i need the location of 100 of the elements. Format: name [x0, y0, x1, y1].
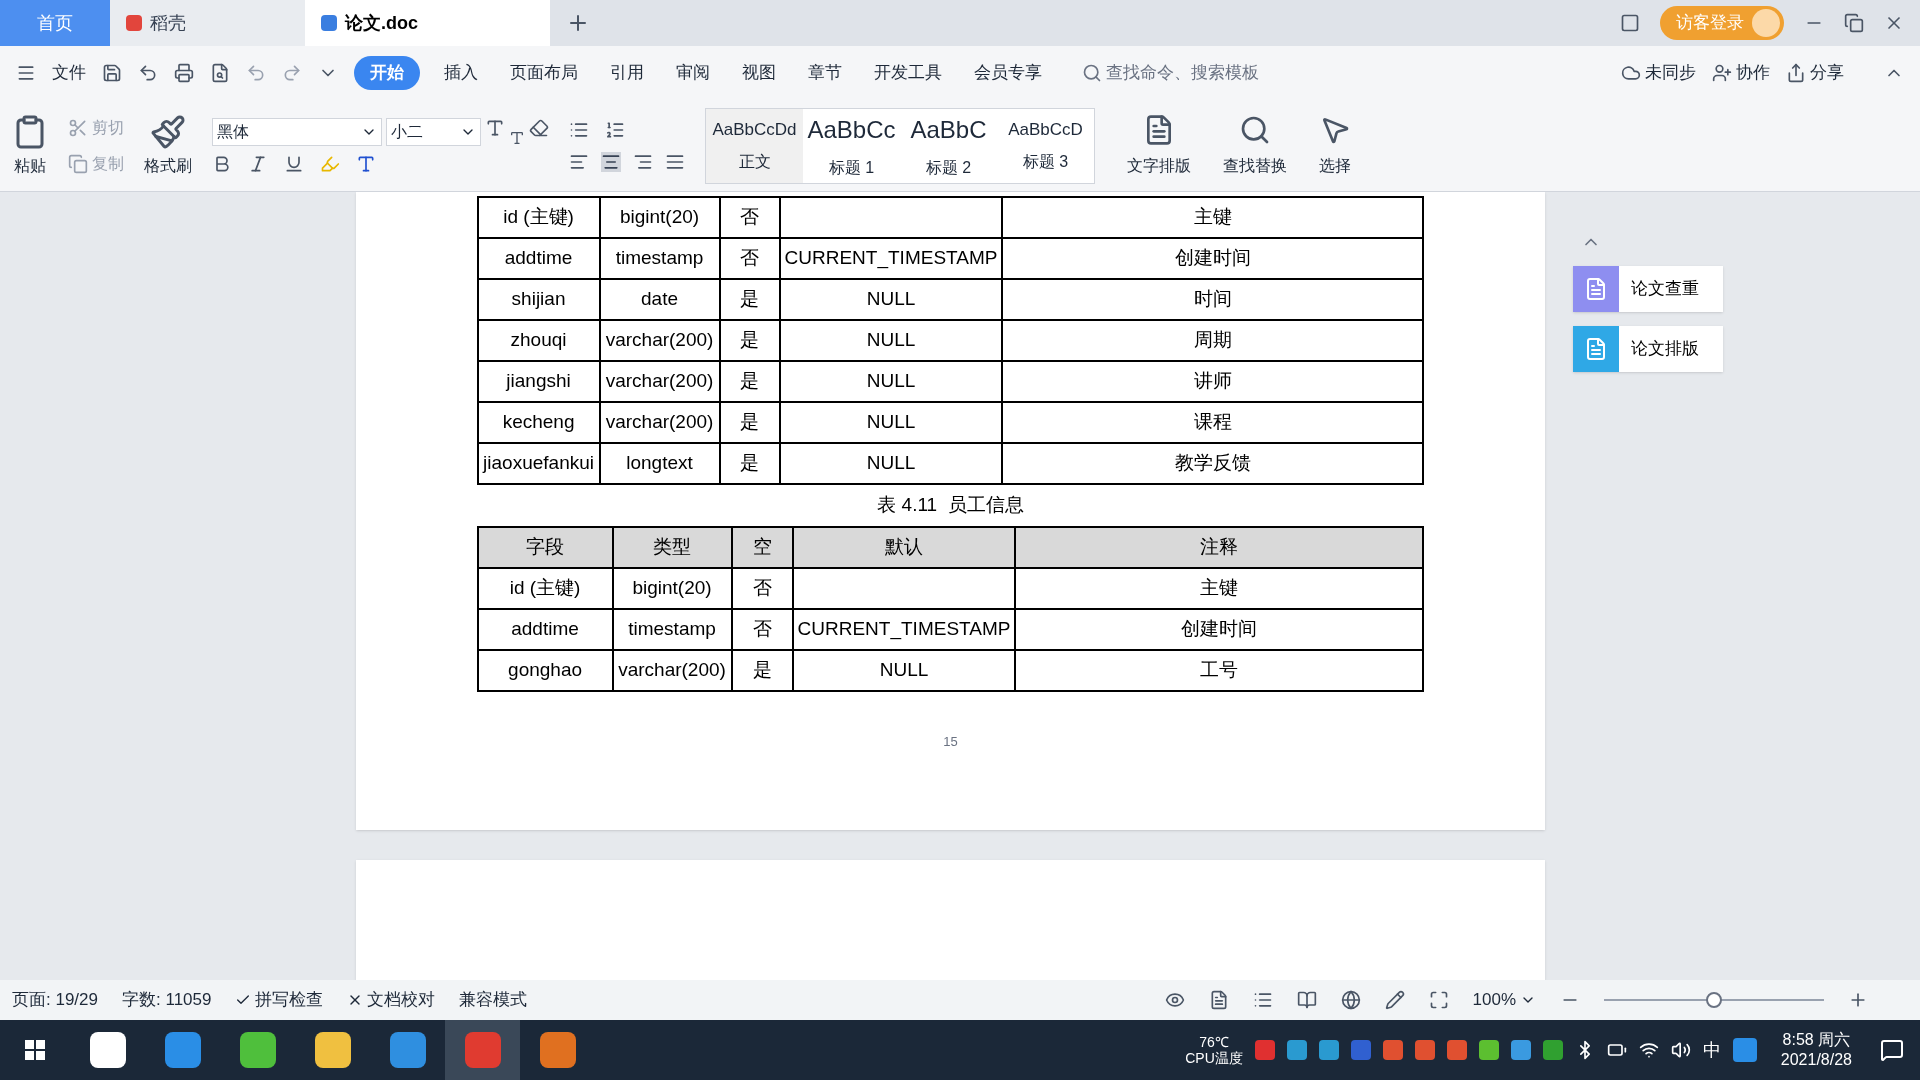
font-shrink-icon[interactable]	[509, 129, 525, 146]
outline-view-icon[interactable]	[1252, 990, 1273, 1010]
table-cell: NULL	[779, 279, 1003, 320]
table-cell: 创建时间	[1002, 238, 1424, 279]
table-cell: bigint(20)	[599, 197, 720, 238]
cpu-label: CPU温度	[1185, 1050, 1243, 1066]
menu-tab[interactable]: 审阅	[668, 60, 718, 86]
table-cell: varchar(200)	[599, 320, 720, 361]
web-view-icon[interactable]	[1340, 990, 1361, 1010]
table-cell: 创建时间	[1015, 608, 1424, 650]
pen-icon[interactable]	[1384, 990, 1405, 1010]
toolbar-button[interactable]: 分享	[1786, 60, 1844, 86]
print-preview-icon[interactable]	[210, 63, 230, 83]
taskbar-app-icon[interactable]	[89, 1032, 126, 1068]
tray-icon[interactable]	[1478, 1040, 1499, 1060]
tray-icon[interactable]	[1318, 1040, 1339, 1060]
ribbon-button[interactable]: 选择	[1319, 113, 1351, 178]
table-cell: shijian	[477, 279, 600, 320]
zoom-slider-thumb[interactable]	[1706, 992, 1722, 1008]
menu-icon[interactable]	[16, 63, 36, 83]
menu-tab[interactable]: 页面布局	[502, 60, 586, 86]
search-icon	[1082, 63, 1102, 83]
menu-tab[interactable]: 视图	[734, 60, 784, 86]
style-preset[interactable]: AaBbCc 标题 1	[803, 108, 900, 183]
tray-icon[interactable]	[1382, 1040, 1403, 1060]
table-cell: id (主键)	[477, 567, 613, 609]
eye-icon[interactable]	[1164, 990, 1185, 1010]
italic-icon[interactable]	[248, 153, 268, 174]
format-painter-button[interactable]: 格式刷	[144, 113, 192, 178]
taskbar-app-icon[interactable]	[239, 1032, 276, 1068]
menu-tab[interactable]: 章节	[800, 60, 850, 86]
style-preset[interactable]: AaBbC 标题 2	[900, 108, 997, 183]
search-field[interactable]: 查找命令、搜索模板	[1082, 60, 1306, 86]
menu-tab[interactable]: 文件	[52, 60, 86, 86]
volume-icon[interactable]	[1670, 1040, 1691, 1060]
document-tab[interactable]: 论文.doc	[305, 0, 550, 46]
paste-button[interactable]: 粘贴	[12, 113, 48, 178]
search-tray-icon[interactable]	[1732, 1038, 1757, 1062]
side-panel-button[interactable]: 论文排版	[1573, 326, 1723, 372]
style-preset[interactable]: AaBbCcDd 正文	[706, 108, 803, 183]
toolbar-button[interactable]: 协作	[1712, 60, 1770, 86]
table-cell: bigint(20)	[612, 567, 732, 609]
table-cell: NULL	[779, 402, 1003, 443]
document-tab[interactable]: 稻壳	[110, 0, 305, 46]
header-cell: 空	[731, 526, 793, 568]
table-cell: jiaoxuefankui	[477, 443, 600, 484]
wifi-icon[interactable]	[1638, 1040, 1659, 1060]
align-center-icon[interactable]	[601, 151, 621, 172]
layout-icon[interactable]	[1620, 13, 1640, 33]
table-cell: 否	[719, 197, 780, 238]
toolbar-button[interactable]: 未同步	[1621, 60, 1696, 86]
notification-icon[interactable]	[1880, 1038, 1904, 1062]
menu-tab[interactable]: 开始	[354, 56, 420, 90]
font-size-select[interactable]: 小二	[386, 117, 481, 146]
table-cell: varchar(200)	[612, 649, 732, 691]
zoom-select[interactable]: 100%	[1472, 987, 1536, 1013]
tray-icon[interactable]	[1254, 1040, 1275, 1060]
scissors-icon	[68, 117, 88, 138]
menu-tab[interactable]: 引用	[602, 60, 652, 86]
menu-tab[interactable]: 插入	[436, 60, 486, 86]
table-cell: jiangshi	[477, 361, 600, 402]
header-cell: 字段	[477, 526, 613, 568]
table-cell: addtime	[477, 608, 613, 650]
taskbar-app-icon[interactable]	[314, 1032, 351, 1068]
table-cell: 否	[731, 567, 793, 609]
fit-icon[interactable]	[1428, 990, 1449, 1010]
restore-icon[interactable]	[1844, 13, 1864, 33]
table-cell: 时间	[1002, 279, 1424, 320]
input-method[interactable]: 中	[1702, 1036, 1721, 1064]
save-icon[interactable]	[102, 63, 122, 83]
zoom-slider[interactable]	[1604, 992, 1824, 1008]
spell-check-button[interactable]: 拼写检查	[235, 987, 324, 1013]
tray-icon[interactable]	[1446, 1040, 1467, 1060]
tray-icon[interactable]	[1510, 1040, 1531, 1060]
reading-view-icon[interactable]	[1296, 990, 1317, 1010]
proofread-button[interactable]: 文档校对	[347, 987, 436, 1013]
header-cell: 默认	[792, 526, 1016, 568]
table-cell: NULL	[779, 361, 1003, 402]
side-panel-button[interactable]: 论文查重	[1573, 266, 1723, 312]
tray-icon[interactable]	[1542, 1040, 1563, 1060]
tray-icon[interactable]	[1350, 1040, 1371, 1060]
style-preset[interactable]: AaBbCcD 标题 3	[997, 108, 1094, 183]
tray-icon[interactable]	[1414, 1040, 1435, 1060]
ribbon-button[interactable]: 文字排版	[1127, 113, 1191, 178]
table-cell: NULL	[792, 649, 1016, 691]
table-cell: 是	[731, 649, 793, 691]
table-cell: 是	[719, 402, 780, 443]
word-count: 字数: 11059	[122, 989, 212, 1012]
menu-tab[interactable]: 开发工具	[866, 60, 950, 86]
font-select[interactable]: 黑体	[212, 117, 382, 146]
ribbon-button[interactable]: 查找替换	[1223, 113, 1287, 178]
clear-format-icon[interactable]	[529, 117, 549, 138]
page-count: 页面: 19/29	[12, 989, 98, 1012]
page-number: 15	[943, 732, 958, 751]
table-cell: 是	[719, 320, 780, 361]
tray-icon[interactable]	[1286, 1040, 1307, 1060]
document-icon	[1584, 337, 1608, 361]
table-cell: 教学反馈	[1002, 443, 1424, 484]
print-icon[interactable]	[174, 63, 194, 83]
menu-tab[interactable]: 会员专享	[966, 60, 1050, 86]
